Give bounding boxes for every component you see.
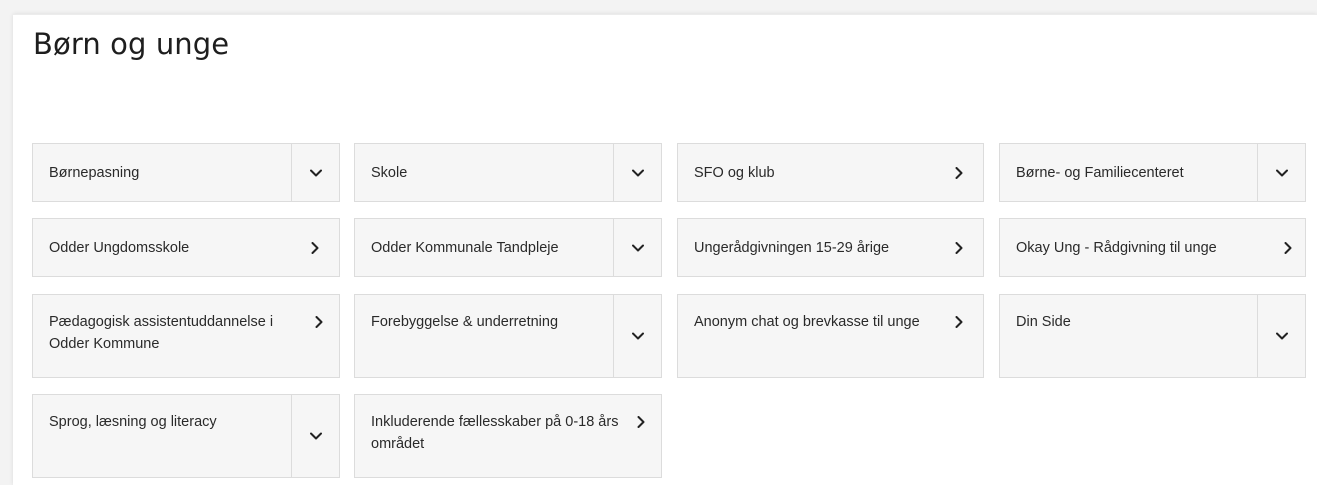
expand-button[interactable]	[613, 219, 661, 276]
card-label: Forebyggelse & underretning	[371, 314, 559, 330]
chevron-right-icon	[311, 241, 319, 254]
chevron-down-icon	[1275, 169, 1288, 176]
card-label: Inkluderende fællesskaber på 0-18 års om…	[371, 414, 619, 452]
card-label: Anonym chat og brevkasse til unge	[694, 314, 920, 330]
expand-button[interactable]	[613, 295, 661, 377]
card-label: Børne- og Familiecenteret	[1016, 164, 1184, 181]
card-paedagogisk-assistentuddannelse[interactable]: Pædagogisk assistentuddannelse i Odder K…	[32, 294, 340, 378]
card-ungeradgivningen[interactable]: Ungerådgivningen 15-29 årige	[677, 218, 984, 277]
chevron-down-icon	[631, 169, 644, 176]
expand-button[interactable]	[1257, 295, 1305, 377]
expand-button[interactable]	[291, 395, 339, 477]
card-borne-og-familiecenteret[interactable]: Børne- og Familiecenteret	[999, 143, 1306, 202]
chevron-right-icon	[955, 241, 963, 254]
expand-button[interactable]	[613, 144, 661, 201]
card-odder-kommunale-tandpleje[interactable]: Odder Kommunale Tandpleje	[354, 218, 662, 277]
card-odder-ungdomsskole[interactable]: Odder Ungdomsskole	[32, 218, 340, 277]
card-label: Odder Ungdomsskole	[49, 239, 190, 256]
card-din-side[interactable]: Din Side	[999, 294, 1306, 378]
card-anonym-chat[interactable]: Anonym chat og brevkasse til unge	[677, 294, 984, 378]
card-label: Pædagogisk assistentuddannelse i Odder K…	[49, 314, 274, 352]
card-inkluderende-faellesskaber[interactable]: Inkluderende fællesskaber på 0-18 års om…	[354, 394, 662, 478]
card-label: SFO og klub	[694, 164, 775, 181]
expand-button[interactable]	[1257, 144, 1305, 201]
card-label: Odder Kommunale Tandpleje	[371, 239, 559, 256]
chevron-right-icon	[315, 316, 323, 328]
chevron-right-icon	[955, 316, 963, 328]
card-label: Skole	[371, 164, 408, 181]
card-label: Sprog, læsning og literacy	[49, 414, 217, 430]
card-label: Ungerådgivningen 15-29 årige	[694, 239, 890, 256]
card-skole[interactable]: Skole	[354, 143, 662, 202]
card-label: Børnepasning	[49, 164, 140, 181]
card-forebyggelse-underretning[interactable]: Forebyggelse & underretning	[354, 294, 662, 378]
card-label: Din Side	[1016, 314, 1071, 330]
chevron-right-icon	[1284, 241, 1292, 254]
chevron-down-icon	[631, 244, 644, 251]
chevron-right-icon	[637, 416, 645, 428]
card-okay-ung[interactable]: Okay Ung - Rådgivning til unge	[999, 218, 1306, 277]
expand-button[interactable]	[291, 144, 339, 201]
main-panel: Børn og unge Børnepasning Skole SFO og k…	[13, 14, 1317, 485]
card-bornepasning[interactable]: Børnepasning	[32, 143, 340, 202]
chevron-right-icon	[955, 166, 963, 179]
card-sfo-og-klub[interactable]: SFO og klub	[677, 143, 984, 202]
page-title: Børn og unge	[33, 27, 230, 61]
chevron-down-icon	[309, 432, 322, 440]
card-label: Okay Ung - Rådgivning til unge	[1016, 239, 1217, 256]
chevron-down-icon	[1275, 332, 1288, 340]
chevron-down-icon	[309, 169, 322, 176]
card-sprog-laesning-literacy[interactable]: Sprog, læsning og literacy	[32, 394, 340, 478]
chevron-down-icon	[631, 332, 644, 340]
